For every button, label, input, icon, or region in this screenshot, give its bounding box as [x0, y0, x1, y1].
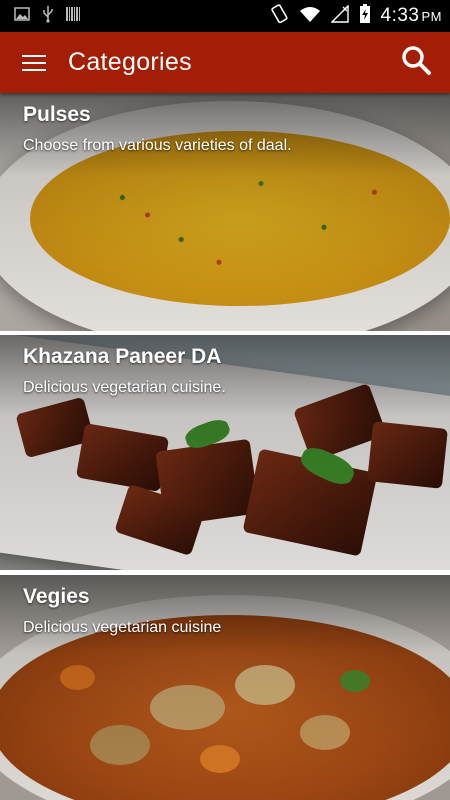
category-list: Pulses Choose from various varieties of …: [0, 93, 450, 800]
menu-button[interactable]: [0, 32, 68, 93]
rotate-icon: [269, 3, 289, 29]
category-description: Delicious vegetarian cuisine: [23, 619, 222, 636]
search-button[interactable]: [382, 32, 450, 93]
category-description: Choose from various varieties of daal.: [23, 137, 292, 154]
clock-ampm: PM: [421, 9, 442, 24]
category-description: Delicious vegetarian cuisine.: [23, 379, 226, 396]
category-card-pulses[interactable]: Pulses Choose from various varieties of …: [0, 93, 450, 331]
clock: 4:33 PM: [381, 5, 442, 27]
battery-charging-icon: [359, 3, 371, 29]
usb-icon: [42, 5, 54, 28]
wifi-icon: [299, 5, 321, 28]
category-card-khazana-paneer[interactable]: Khazana Paneer DA Delicious vegetarian c…: [0, 335, 450, 570]
barcode-icon: [66, 6, 80, 27]
page-title: Categories: [68, 48, 192, 76]
clock-time: 4:33: [380, 5, 420, 26]
signal-icon: [329, 3, 349, 28]
category-title: Vegies: [23, 585, 90, 608]
category-card-vegies[interactable]: Vegies Delicious vegetarian cuisine: [0, 575, 450, 800]
hamburger-icon: [22, 54, 46, 72]
image-icon: [14, 6, 30, 26]
search-icon: [400, 44, 432, 81]
status-bar: 4:33 PM: [0, 0, 450, 32]
category-title: Khazana Paneer DA: [23, 345, 222, 368]
app-toolbar: Categories: [0, 32, 450, 93]
category-title: Pulses: [23, 103, 91, 126]
